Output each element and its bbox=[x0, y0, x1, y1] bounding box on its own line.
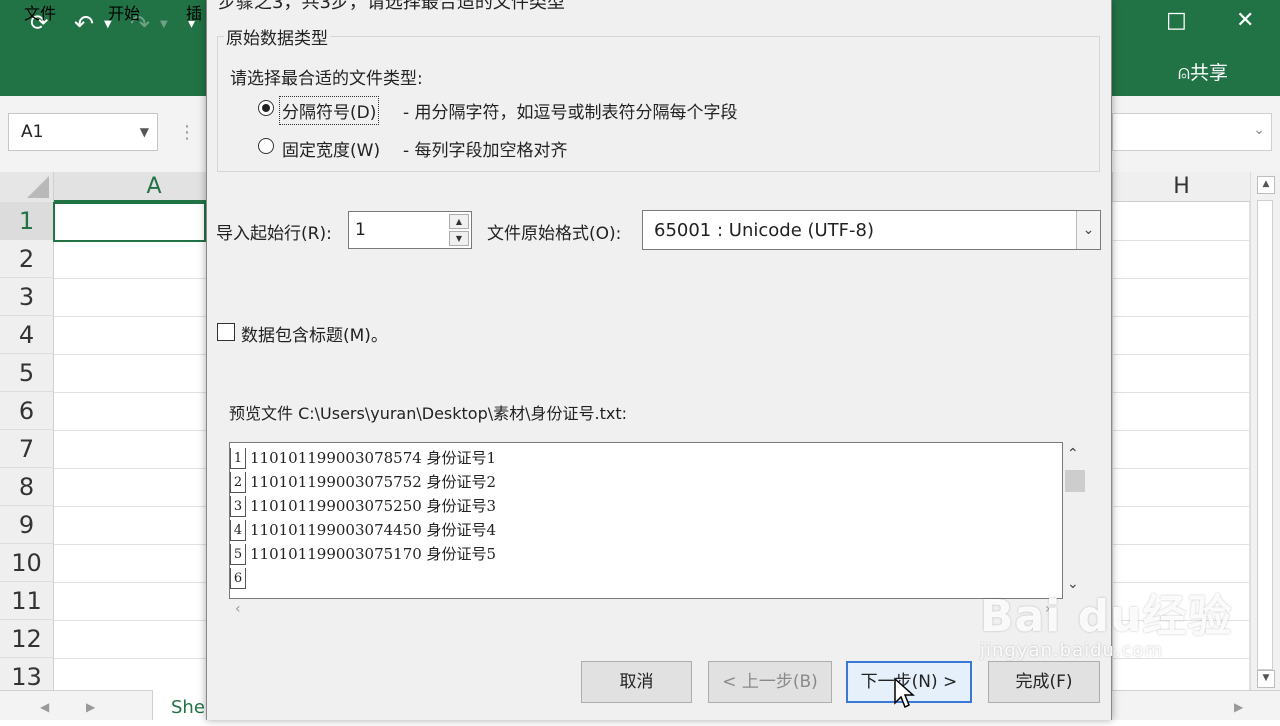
close-icon[interactable]: ✕ bbox=[1236, 8, 1254, 33]
preview-row: 5 110101199003075170 身份证号5 bbox=[230, 541, 1050, 565]
delimited-radio[interactable] bbox=[258, 100, 274, 116]
preview-row: 2 110101199003075752 身份证号2 bbox=[230, 469, 1050, 493]
sheet-prev-icon[interactable]: ◀ bbox=[40, 700, 49, 714]
hscroll-right-icon[interactable]: ▶ bbox=[1234, 700, 1243, 714]
group-title: 原始数据类型 bbox=[224, 24, 330, 49]
preview-row-text: 110101199003075250 身份证号3 bbox=[250, 497, 497, 515]
preview-row: 6 bbox=[230, 565, 1050, 589]
row-header[interactable]: 1 bbox=[0, 202, 54, 240]
preview-vertical-scrollbar[interactable]: ⌃ ⌄ bbox=[1063, 442, 1087, 599]
preview-row: 4 110101199003074450 身份证号4 bbox=[230, 517, 1050, 541]
preview-row-number: 2 bbox=[230, 472, 246, 493]
preview-horizontal-scrollbar[interactable]: ‹ › bbox=[229, 599, 1063, 623]
start-row-label: 导入起始行(R): bbox=[216, 224, 332, 244]
cancel-button[interactable]: 取消 bbox=[581, 661, 692, 703]
start-row-stepper[interactable]: 1 ▲ ▼ bbox=[348, 211, 472, 249]
column-header-h[interactable]: H bbox=[1112, 172, 1250, 202]
has-headers-label[interactable]: 数据包含标题(M)。 bbox=[241, 321, 388, 346]
scroll-up-icon[interactable]: ▲ bbox=[1257, 176, 1275, 194]
delimited-description: - 用分隔字符，如逗号或制表符分隔每个字段 bbox=[403, 103, 738, 123]
fixed-width-radio[interactable] bbox=[258, 138, 274, 154]
preview-row: 1 110101199003078574 身份证号1 bbox=[230, 445, 1050, 469]
active-cell-a1[interactable] bbox=[53, 202, 206, 242]
file-origin-value: 65001 : Unicode (UTF-8) bbox=[654, 220, 874, 241]
row-header[interactable]: 2 bbox=[0, 240, 54, 278]
baidu-watermark: Bai du经验 jingyan.baidu.com bbox=[980, 580, 1232, 661]
row-header[interactable]: 7 bbox=[0, 430, 54, 468]
preview-file-label: 预览文件 C:\Users\yuran\Desktop\素材\身份证号.txt: bbox=[229, 404, 628, 423]
select-all-corner[interactable] bbox=[0, 172, 54, 202]
scroll-down-icon[interactable]: ▼ bbox=[1257, 670, 1275, 688]
expand-formula-bar-icon[interactable]: ⌄ bbox=[1253, 122, 1265, 138]
preview-row-text: 110101199003075752 身份证号2 bbox=[250, 473, 497, 491]
dialog-step-text: 步骤之3，共3步，请选择最合适的文件类型 bbox=[218, 0, 565, 13]
chevron-down-icon[interactable]: ▼ bbox=[140, 114, 149, 150]
row-header[interactable]: 6 bbox=[0, 392, 54, 430]
back-button[interactable]: < 上一步(B) bbox=[708, 661, 832, 703]
spin-up-icon[interactable]: ▲ bbox=[449, 214, 469, 229]
fixed-width-label[interactable]: 固定宽度(W) bbox=[282, 136, 380, 161]
name-box[interactable]: A1 ▼ bbox=[8, 113, 158, 151]
maximize-icon[interactable]: □ bbox=[1166, 8, 1187, 33]
file-origin-label: 文件原始格式(O): bbox=[487, 224, 622, 244]
tab-file[interactable]: 文件 bbox=[24, 0, 56, 24]
name-box-value: A1 bbox=[21, 122, 44, 142]
sheet-tab[interactable]: She bbox=[152, 690, 212, 720]
tab-insert[interactable]: 插 bbox=[186, 0, 202, 24]
preview-row: 3 110101199003075250 身份证号3 bbox=[230, 493, 1050, 517]
spin-down-icon[interactable]: ▼ bbox=[449, 231, 469, 246]
preview-row-text: 110101199003078574 身份证号1 bbox=[250, 449, 497, 467]
share-label: 共享 bbox=[1190, 62, 1229, 84]
has-headers-checkbox[interactable] bbox=[217, 323, 235, 341]
preview-pane[interactable]: 1 110101199003078574 身份证号1 2 11010119900… bbox=[229, 442, 1063, 599]
row-header[interactable]: 10 bbox=[0, 544, 54, 582]
row-header[interactable]: 12 bbox=[0, 620, 54, 658]
row-header[interactable]: 4 bbox=[0, 316, 54, 354]
file-origin-select[interactable]: 65001 : Unicode (UTF-8) ⌄ bbox=[642, 210, 1101, 250]
delimited-label[interactable]: 分隔符号(D) bbox=[279, 96, 380, 125]
row-header[interactable]: 5 bbox=[0, 354, 54, 392]
share-button[interactable]: ⍝共享 bbox=[1178, 58, 1228, 85]
preview-row-text: 110101199003075170 身份证号5 bbox=[250, 545, 497, 563]
chevron-down-icon[interactable]: ⌄ bbox=[1076, 211, 1100, 249]
preview-row-number: 5 bbox=[230, 544, 246, 565]
row-header[interactable]: 8 bbox=[0, 468, 54, 506]
preview-row-number: 3 bbox=[230, 496, 246, 517]
row-header[interactable]: 3 bbox=[0, 278, 54, 316]
scroll-thumb[interactable] bbox=[1257, 200, 1273, 670]
redo-dropdown-icon[interactable]: ▼ bbox=[160, 2, 168, 48]
preview-row-number: 6 bbox=[230, 568, 246, 589]
undo-icon[interactable]: ↶ bbox=[74, 0, 94, 48]
scroll-left-icon[interactable]: ‹ bbox=[235, 601, 241, 617]
sheet-vertical-scrollbar[interactable]: ▲ ▼ bbox=[1250, 172, 1280, 692]
row-header[interactable]: 11 bbox=[0, 582, 54, 620]
tab-home[interactable]: 开始 bbox=[108, 0, 140, 24]
mouse-cursor-icon bbox=[894, 677, 915, 709]
row-header[interactable]: 9 bbox=[0, 506, 54, 544]
start-row-value[interactable]: 1 bbox=[355, 220, 366, 240]
preview-row-text: 110101199003074450 身份证号4 bbox=[250, 521, 497, 539]
person-add-icon: ⍝ bbox=[1178, 60, 1190, 84]
formula-bar[interactable]: ⌄ bbox=[1112, 113, 1272, 151]
file-type-prompt: 请选择最合适的文件类型: bbox=[230, 69, 423, 89]
watermark-brand: Bai du经验 bbox=[980, 591, 1233, 642]
scroll-up-icon[interactable]: ⌃ bbox=[1067, 446, 1079, 462]
formula-bar-grip-icon: ⋮ bbox=[178, 122, 196, 143]
sheet-next-icon[interactable]: ▶ bbox=[86, 700, 95, 714]
scroll-thumb[interactable] bbox=[1065, 470, 1085, 492]
finish-button[interactable]: 完成(F) bbox=[988, 661, 1100, 703]
preview-row-number: 1 bbox=[230, 448, 246, 469]
preview-row-number: 4 bbox=[230, 520, 246, 541]
fixed-width-description: - 每列字段加空格对齐 bbox=[403, 141, 568, 161]
